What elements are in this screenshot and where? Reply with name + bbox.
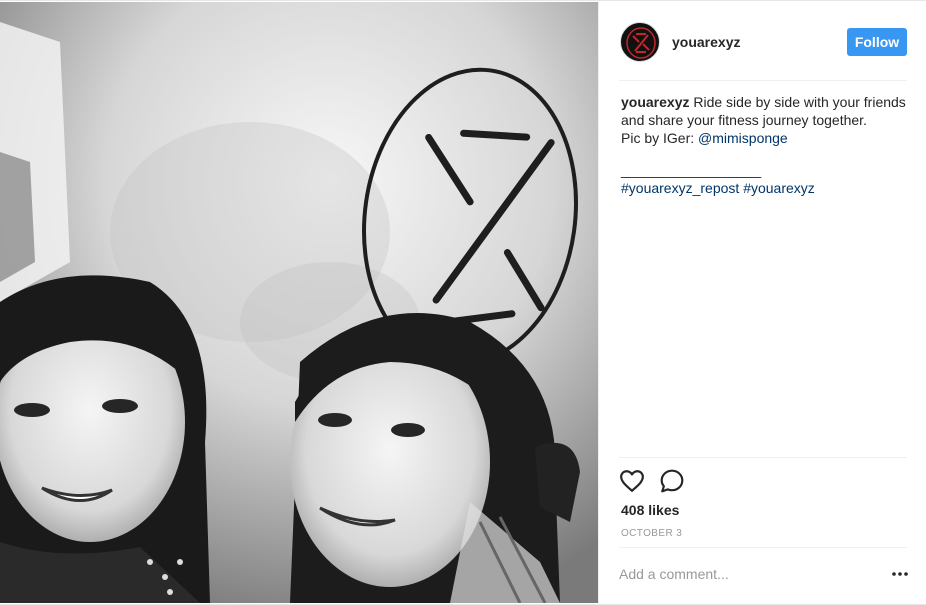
mention-link[interactable]: @mimisponge [698,130,788,146]
caption-hashtags: #youarexyz_repost #youarexyz [621,179,911,197]
post-side-panel: youarexyz Follow youarexyz Ride side by … [598,2,926,603]
hashtag-link[interactable]: #youarexyz [743,180,815,196]
heart-icon[interactable] [619,468,645,494]
username-link[interactable]: youarexyz [672,34,740,50]
caption-line-1: youarexyz Ride side by side with your fr… [621,93,911,129]
instagram-post: youarexyz Follow youarexyz Ride side by … [0,0,926,605]
photo-illustration [0,2,598,603]
like-count[interactable]: 408 likes [621,502,679,518]
comment-bubble-icon[interactable] [659,468,685,494]
caption-line-2: Pic by IGer: @mimisponge [621,129,911,147]
post-header: youarexyz Follow [619,2,907,81]
post-date: OCTOBER 3 [621,528,683,539]
action-bar [619,466,907,496]
avatar[interactable] [620,22,660,62]
divider [619,547,907,548]
post-photo[interactable] [0,2,598,603]
xyz-logo-icon [626,27,656,59]
post-caption: youarexyz Ride side by side with your fr… [621,93,911,197]
caption-divider: __________________ [621,162,762,178]
caption-credit: Pic by IGer: [621,130,699,146]
hashtag-link[interactable]: #youarexyz_repost [621,180,739,196]
caption-username[interactable]: youarexyz [621,94,689,110]
divider [619,457,907,458]
more-options-icon[interactable] [891,566,909,582]
follow-button[interactable]: Follow [847,28,907,56]
comment-input[interactable] [619,562,869,586]
